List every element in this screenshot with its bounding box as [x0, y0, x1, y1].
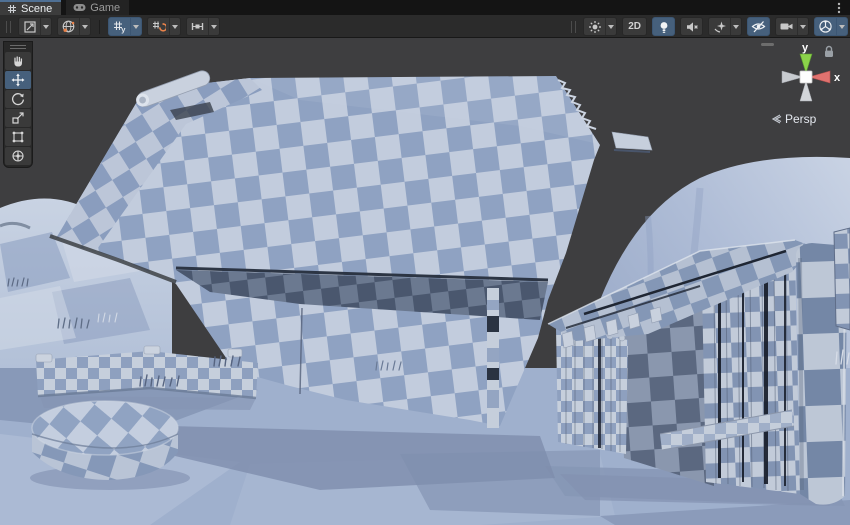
- scene-effects-button[interactable]: [583, 17, 617, 36]
- scene-camera-view-button[interactable]: [57, 17, 91, 36]
- draw-mode-button[interactable]: [18, 17, 52, 36]
- scene-grid-icon: [7, 4, 17, 14]
- mode-2d-button[interactable]: 2D: [622, 17, 647, 36]
- scale-icon: [11, 111, 25, 125]
- kebab-menu-icon[interactable]: [833, 1, 845, 14]
- snap-move-icon: [187, 18, 208, 35]
- scene-viewport[interactable]: [0, 38, 850, 525]
- scene-toolbar: y: [0, 15, 850, 38]
- axis-y-label: y: [802, 42, 809, 54]
- scene-fx-dropdown[interactable]: [730, 18, 741, 35]
- tools-overlay: [3, 41, 33, 168]
- snap-increment-button[interactable]: [147, 17, 181, 36]
- mode-2d-label: 2D: [623, 21, 646, 32]
- grid-visibility-button[interactable]: y: [108, 17, 142, 36]
- move-tool-button[interactable]: [5, 71, 31, 89]
- scene-fx-button[interactable]: [708, 17, 742, 36]
- rect-tool-button[interactable]: [5, 128, 31, 146]
- gamepad-icon: [73, 3, 86, 12]
- bulb-icon: [653, 18, 674, 35]
- checker-stump: [30, 401, 190, 490]
- move-icon: [11, 73, 25, 87]
- scene-effects-dropdown[interactable]: [605, 18, 616, 35]
- globe-icon: [58, 18, 79, 35]
- move-snap-button[interactable]: [186, 17, 220, 36]
- gizmo-axes-icon: [815, 18, 836, 35]
- draw-mode-dropdown[interactable]: [40, 18, 51, 35]
- persp-frustum-icon: [771, 114, 782, 124]
- scene-camera-dropdown[interactable]: [79, 18, 90, 35]
- projection-label: Persp: [785, 112, 816, 126]
- tab-bar: Scene Game: [0, 0, 850, 15]
- scene-visibility-button[interactable]: [747, 17, 770, 36]
- scale-tool-button[interactable]: [5, 109, 31, 127]
- transform-tool-button[interactable]: [5, 147, 31, 165]
- camera-icon: [776, 18, 797, 35]
- lock-icon[interactable]: [823, 45, 835, 58]
- snap-increment-dropdown[interactable]: [169, 18, 180, 35]
- camera-settings-button[interactable]: [775, 17, 809, 36]
- gizmo-axis-y[interactable]: [800, 54, 812, 73]
- grid-snap-icon: [148, 18, 169, 35]
- overlay-drag-handle[interactable]: [571, 21, 576, 33]
- rotate-icon: [11, 92, 25, 106]
- gizmo-axis-y-neg[interactable]: [800, 81, 812, 101]
- speaker-mute-icon: [681, 18, 702, 35]
- grid-visibility-dropdown[interactable]: [130, 18, 141, 35]
- rotate-tool-button[interactable]: [5, 90, 31, 108]
- shaded-mode-icon: [19, 18, 40, 35]
- house-corner-post: [487, 288, 499, 428]
- transform-icon: [11, 149, 25, 163]
- rect-icon: [11, 130, 25, 144]
- gizmo-orientation-dropdown[interactable]: [836, 18, 847, 35]
- gizmo-center-cube[interactable]: [800, 71, 812, 83]
- move-snap-dropdown[interactable]: [208, 18, 219, 35]
- hand-icon: [11, 54, 25, 68]
- view-tool-button[interactable]: [5, 52, 31, 70]
- sparkle-icon: [709, 18, 730, 35]
- overlay-drag-handle[interactable]: [6, 21, 11, 33]
- tab-scene-label: Scene: [21, 3, 52, 15]
- scene-audio-button[interactable]: [680, 17, 703, 36]
- tab-scene[interactable]: Scene: [0, 0, 61, 15]
- unity-scene-view-window: Scene Game: [0, 0, 850, 525]
- checker-fragment-right: [834, 228, 850, 330]
- tools-overlay-handle[interactable]: [5, 43, 31, 51]
- tab-game-label: Game: [90, 2, 120, 14]
- projection-toggle[interactable]: Persp: [771, 112, 816, 126]
- toolbar-separator: [99, 20, 100, 34]
- eye-hidden-icon: [748, 18, 769, 35]
- camera-settings-dropdown[interactable]: [797, 18, 808, 35]
- gizmo-orientation-button[interactable]: [814, 17, 848, 36]
- sun-icon: [584, 18, 605, 35]
- scene-lighting-button[interactable]: [652, 17, 675, 36]
- svg-text:y: y: [121, 25, 126, 34]
- grid-y-icon: y: [109, 18, 130, 35]
- tab-game[interactable]: Game: [66, 0, 129, 15]
- axis-x-label: x: [834, 72, 841, 84]
